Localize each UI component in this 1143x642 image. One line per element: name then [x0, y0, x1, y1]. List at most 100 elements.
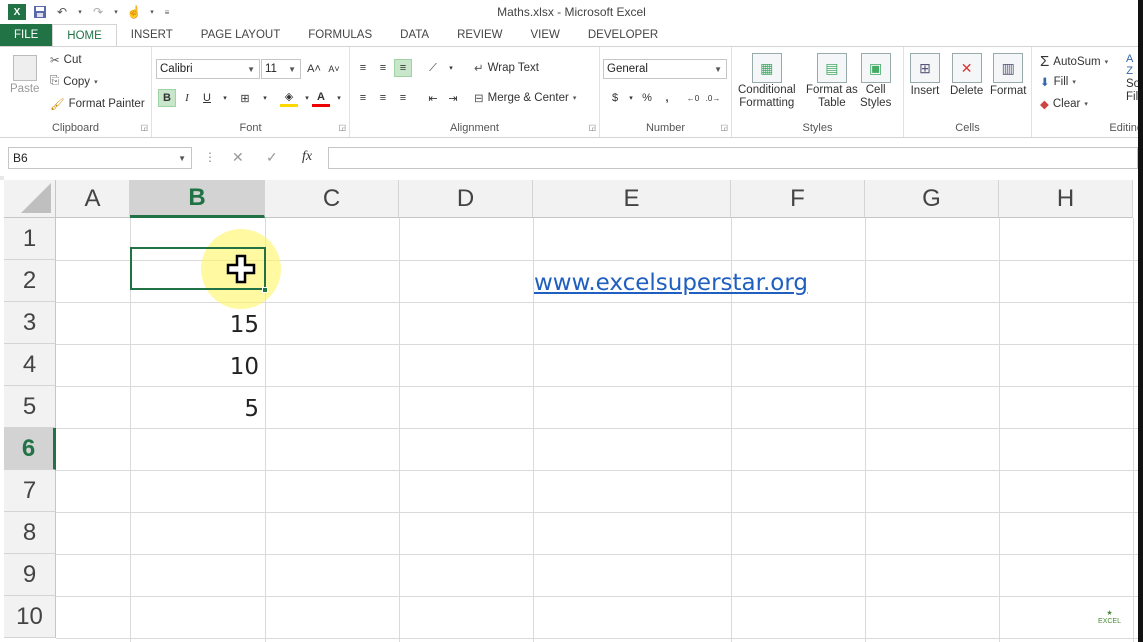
grow-font-icon[interactable]: A˄: [305, 60, 323, 78]
row-header-1[interactable]: 1: [4, 218, 56, 260]
number-format-dropdown[interactable]: General ▼: [603, 59, 727, 79]
column-header-h[interactable]: H: [999, 180, 1133, 218]
shrink-font-icon[interactable]: A˅: [325, 60, 343, 78]
align-left-icon[interactable]: ≡: [354, 89, 372, 107]
dialog-launcher-icon[interactable]: ◲: [588, 123, 596, 132]
tab-file[interactable]: FILE: [0, 24, 53, 46]
insert-cells-button[interactable]: ⊞ Insert: [910, 53, 940, 97]
row-header-10[interactable]: 10: [4, 596, 56, 638]
sort-label-2: Fil: [1126, 91, 1139, 103]
column-header-g[interactable]: G: [865, 180, 999, 218]
row-header-2[interactable]: 2: [4, 260, 56, 302]
column-header-f[interactable]: F: [731, 180, 865, 218]
underline-dropdown-icon[interactable]: ▾: [216, 89, 234, 107]
cell-b4[interactable]: 10: [131, 344, 265, 386]
align-center-icon[interactable]: ≡: [374, 89, 392, 107]
name-box[interactable]: B6 ▼: [8, 147, 192, 169]
tab-formulas[interactable]: FORMULAS: [294, 24, 386, 46]
cell-styles-button[interactable]: ▣ Cell Styles: [860, 53, 891, 109]
hyperlink[interactable]: www.excelsuperstar.org: [534, 270, 808, 296]
format-as-table-button[interactable]: ▤ Format as Table: [806, 53, 858, 109]
cell-b5[interactable]: 5: [131, 386, 265, 428]
paste-button[interactable]: Paste: [10, 55, 39, 95]
ribbon-tabs: FILE HOME INSERT PAGE LAYOUT FORMULAS DA…: [0, 24, 1143, 46]
orientation-dropdown-icon[interactable]: ▾: [442, 59, 460, 77]
borders-icon[interactable]: ⊞: [236, 89, 254, 107]
column-header-e[interactable]: E: [533, 180, 731, 218]
undo-dropdown-icon[interactable]: ▾: [76, 4, 84, 20]
column-header-a[interactable]: A: [56, 180, 130, 218]
insert-function-icon[interactable]: fx: [302, 149, 312, 165]
customize-qat-icon[interactable]: ≡: [162, 4, 172, 20]
align-bottom-icon[interactable]: ≡: [394, 59, 412, 77]
font-size-dropdown[interactable]: 11 ▼: [261, 59, 301, 79]
row-header-7[interactable]: 7: [4, 470, 56, 512]
row-header-4[interactable]: 4: [4, 344, 56, 386]
tab-insert[interactable]: INSERT: [117, 24, 187, 46]
underline-button[interactable]: U: [198, 89, 216, 107]
tab-home[interactable]: HOME: [52, 24, 117, 46]
copy-button[interactable]: ⎘ Copy ▾: [50, 75, 98, 88]
decrease-indent-icon[interactable]: ⇤: [424, 89, 442, 107]
percent-button[interactable]: %: [638, 89, 656, 107]
dialog-launcher-icon[interactable]: ◲: [140, 123, 148, 132]
undo-icon[interactable]: ↶: [54, 4, 70, 20]
row-header-6[interactable]: 6: [4, 428, 56, 470]
row-header-9[interactable]: 9: [4, 554, 56, 596]
row-header-3[interactable]: 3: [4, 302, 56, 344]
format-cells-button[interactable]: ▥ Format: [990, 53, 1026, 97]
column-header-c[interactable]: C: [265, 180, 399, 218]
align-right-icon[interactable]: ≡: [394, 89, 412, 107]
increase-indent-icon[interactable]: ⇥: [444, 89, 462, 107]
increase-decimal-icon[interactable]: ←0: [684, 89, 702, 107]
cut-button[interactable]: ✂ Cut: [50, 53, 82, 67]
select-all-button[interactable]: [4, 180, 56, 218]
autosum-button[interactable]: Σ AutoSum ▾: [1040, 53, 1108, 70]
align-top-icon[interactable]: ≡: [354, 59, 372, 77]
redo-icon[interactable]: ↷: [90, 4, 106, 20]
align-middle-icon[interactable]: ≡: [374, 59, 392, 77]
dialog-launcher-icon[interactable]: ◲: [720, 123, 728, 132]
delete-cells-button[interactable]: ✕ Delete: [950, 53, 983, 97]
clear-button[interactable]: ◆ Clear ▾: [1040, 97, 1088, 111]
tab-developer[interactable]: DEVELOPER: [574, 24, 672, 46]
formula-input[interactable]: [328, 147, 1138, 169]
column-header-d[interactable]: D: [399, 180, 533, 218]
redo-dropdown-icon[interactable]: ▾: [112, 4, 120, 20]
wrap-text-button[interactable]: ↵ Wrap Text: [474, 61, 539, 75]
fill-color-icon[interactable]: ◈: [280, 89, 298, 107]
italic-button[interactable]: I: [178, 89, 196, 107]
tab-view[interactable]: VIEW: [516, 24, 573, 46]
cancel-icon[interactable]: ✕: [232, 149, 244, 166]
orientation-icon[interactable]: ⟋: [424, 59, 442, 77]
column-header-b[interactable]: B: [130, 180, 265, 218]
row-header-8[interactable]: 8: [4, 512, 56, 554]
font-name-dropdown[interactable]: Calibri ▼: [156, 59, 260, 79]
tab-review[interactable]: REVIEW: [443, 24, 516, 46]
touch-mode-icon[interactable]: ☝: [126, 4, 142, 20]
fill-button[interactable]: ⬇ Fill ▾: [1040, 75, 1076, 89]
conditional-formatting-button[interactable]: ▦ Conditional Formatting: [738, 53, 796, 109]
tab-data[interactable]: DATA: [386, 24, 443, 46]
borders-dropdown-icon[interactable]: ▾: [256, 89, 274, 107]
cells-group: ⊞ Insert ✕ Delete ▥ Format Cells: [904, 47, 1032, 137]
format-painter-button[interactable]: 🖌 Format Painter: [50, 97, 145, 111]
format-as-table-icon: ▤: [816, 53, 847, 83]
decrease-decimal-icon[interactable]: .0→: [704, 89, 722, 107]
font-color-button[interactable]: A: [312, 89, 330, 107]
cut-label: Cut: [63, 54, 82, 66]
touch-dropdown-icon[interactable]: ▾: [148, 4, 156, 20]
dialog-launcher-icon[interactable]: ◲: [338, 123, 346, 132]
bold-button[interactable]: B: [158, 89, 176, 107]
font-color-dropdown-icon[interactable]: ▾: [330, 89, 348, 107]
row-header-5[interactable]: 5: [4, 386, 56, 428]
chevron-down-icon: ▾: [1104, 58, 1109, 66]
merge-center-button[interactable]: ⊟ Merge & Center ▾: [474, 91, 576, 105]
tab-page-layout[interactable]: PAGE LAYOUT: [187, 24, 294, 46]
enter-check-icon[interactable]: ✓: [266, 149, 278, 166]
save-icon[interactable]: [32, 4, 48, 20]
chevron-down-icon: ▾: [1072, 79, 1076, 86]
comma-button[interactable]: ,: [658, 89, 676, 107]
cell-e2[interactable]: www.excelsuperstar.org: [534, 260, 864, 302]
fill-handle[interactable]: [262, 287, 268, 293]
